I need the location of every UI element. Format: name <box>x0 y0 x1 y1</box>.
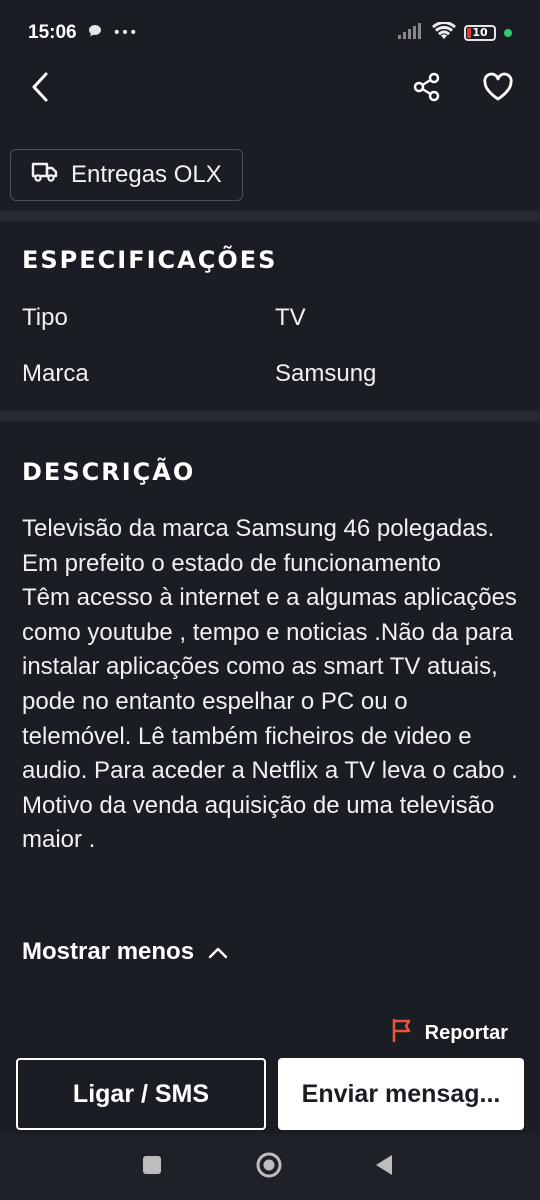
spec-key: Marca <box>22 360 89 387</box>
heart-outline-icon <box>482 72 514 106</box>
square-icon <box>142 1155 162 1179</box>
bottom-actions: Ligar / SMS Enviar mensag... <box>16 1058 524 1130</box>
more-notifications-icon: ••• <box>112 25 138 41</box>
section-divider <box>0 411 540 421</box>
flag-icon <box>391 1018 413 1048</box>
system-nav-bar <box>0 1134 540 1200</box>
triangle-back-icon <box>373 1153 395 1181</box>
truck-icon <box>31 161 59 190</box>
share-icon <box>412 72 442 106</box>
home-button[interactable] <box>249 1147 289 1187</box>
show-less-label: Mostrar menos <box>22 938 195 965</box>
section-divider <box>0 211 540 221</box>
status-bar: 15:06 ••• 10 <box>0 0 540 66</box>
battery-icon: 10 <box>464 25 496 41</box>
spec-value: Samsung <box>275 360 377 387</box>
chevron-left-icon <box>28 71 52 107</box>
report-label: Reportar <box>424 1021 508 1044</box>
chevron-up-icon <box>208 938 228 966</box>
status-time: 15:06 <box>28 22 77 43</box>
wifi-icon <box>432 20 456 45</box>
status-dot-icon <box>504 29 512 37</box>
send-message-button[interactable]: Enviar mensag... <box>278 1058 524 1130</box>
system-back-button[interactable] <box>364 1147 404 1187</box>
back-button[interactable] <box>20 69 60 109</box>
spec-key: Tipo <box>22 304 68 331</box>
delivery-badge[interactable]: Entregas OLX <box>10 149 243 201</box>
description-text: Televisão da marca Samsung 46 polegadas.… <box>22 515 518 854</box>
spec-value: TV <box>275 304 306 331</box>
specs-title: ESPECIFICAÇÕES <box>22 246 278 274</box>
recents-button[interactable] <box>132 1147 172 1187</box>
chat-bubble-icon <box>87 23 103 44</box>
top-app-bar <box>0 66 540 112</box>
description-title: DESCRIÇÃO <box>22 458 196 486</box>
share-button[interactable] <box>407 69 447 109</box>
report-button[interactable]: Reportar <box>391 1018 508 1048</box>
circle-home-icon <box>255 1151 283 1183</box>
favorite-button[interactable] <box>478 69 518 109</box>
call-sms-button[interactable]: Ligar / SMS <box>16 1058 266 1130</box>
delivery-label: Entregas OLX <box>71 161 222 188</box>
show-less-button[interactable]: Mostrar menos <box>22 938 228 966</box>
signal-icon <box>398 22 424 44</box>
